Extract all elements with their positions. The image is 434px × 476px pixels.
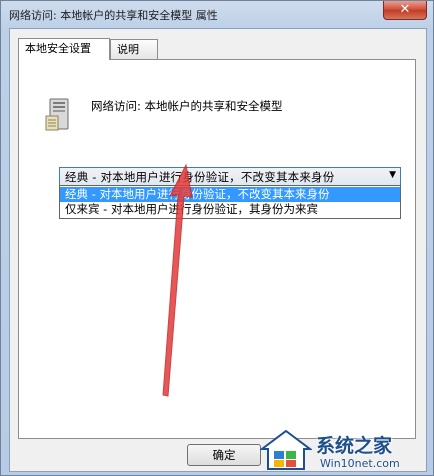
select-value: 经典 - 对本地用户进行身份验证，不改变其本来身份 <box>65 170 335 184</box>
properties-window: 网络访问: 本地帐户的共享和安全模型 属性 ✕ 本地安全设置 说明 网络访问: … <box>0 0 434 476</box>
ok-button[interactable]: 确定 <box>187 444 261 466</box>
option-classic[interactable]: 经典 - 对本地用户进行身份验证，不改变其本来身份 <box>60 187 400 202</box>
title-bar[interactable]: 网络访问: 本地帐户的共享和安全模型 属性 ✕ <box>1 1 433 27</box>
chevron-down-icon[interactable]: ▼ <box>389 170 396 180</box>
watermark-url: Win10net.com <box>320 457 400 470</box>
watermark: 系统之家 Win10net.com <box>256 425 434 476</box>
security-model-select[interactable]: 经典 - 对本地用户进行身份验证，不改变其本来身份 ▼ <box>59 167 401 186</box>
server-computer-icon <box>45 98 69 131</box>
window-title: 网络访问: 本地帐户的共享和安全模型 属性 <box>9 9 218 22</box>
tab-local-security-setting[interactable]: 本地安全设置 <box>18 38 110 60</box>
tab-panel: 网络访问: 本地帐户的共享和安全模型 经典 - 对本地用户进行身份验证，不改变其… <box>18 59 416 439</box>
dialog-client-area: 本地安全设置 说明 网络访问: 本地帐户的共享和安全模型 经典 - 对本地用户进… <box>9 28 427 472</box>
close-button[interactable]: ✕ <box>383 1 427 20</box>
tab-label: 本地安全设置 <box>25 42 91 55</box>
tab-label: 说明 <box>117 43 139 56</box>
option-guest-only[interactable]: 仅来宾 - 对本地用户进行身份验证，其身份为来宾 <box>60 202 400 217</box>
watermark-name: 系统之家 <box>316 435 393 457</box>
tab-explain[interactable]: 说明 <box>110 39 158 59</box>
house-logo-icon <box>260 429 312 470</box>
policy-title: 网络访问: 本地帐户的共享和安全模型 <box>91 99 283 113</box>
close-icon: ✕ <box>399 2 411 17</box>
dropdown-list: 经典 - 对本地用户进行身份验证，不改变其本来身份 仅来宾 - 对本地用户进行身… <box>59 185 401 219</box>
